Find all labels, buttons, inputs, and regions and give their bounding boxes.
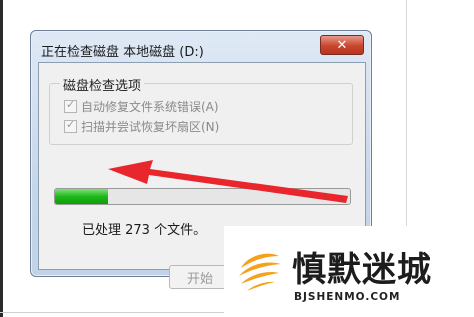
annotation-arrow-shape <box>108 160 348 203</box>
watermark-logo-icon <box>239 253 281 291</box>
watermark-domain: BJSHENMO.COM <box>294 291 401 303</box>
watermark: 慎默迷城 BJSHENMO.COM <box>224 226 474 317</box>
watermark-name: 慎默迷城 <box>292 250 432 290</box>
